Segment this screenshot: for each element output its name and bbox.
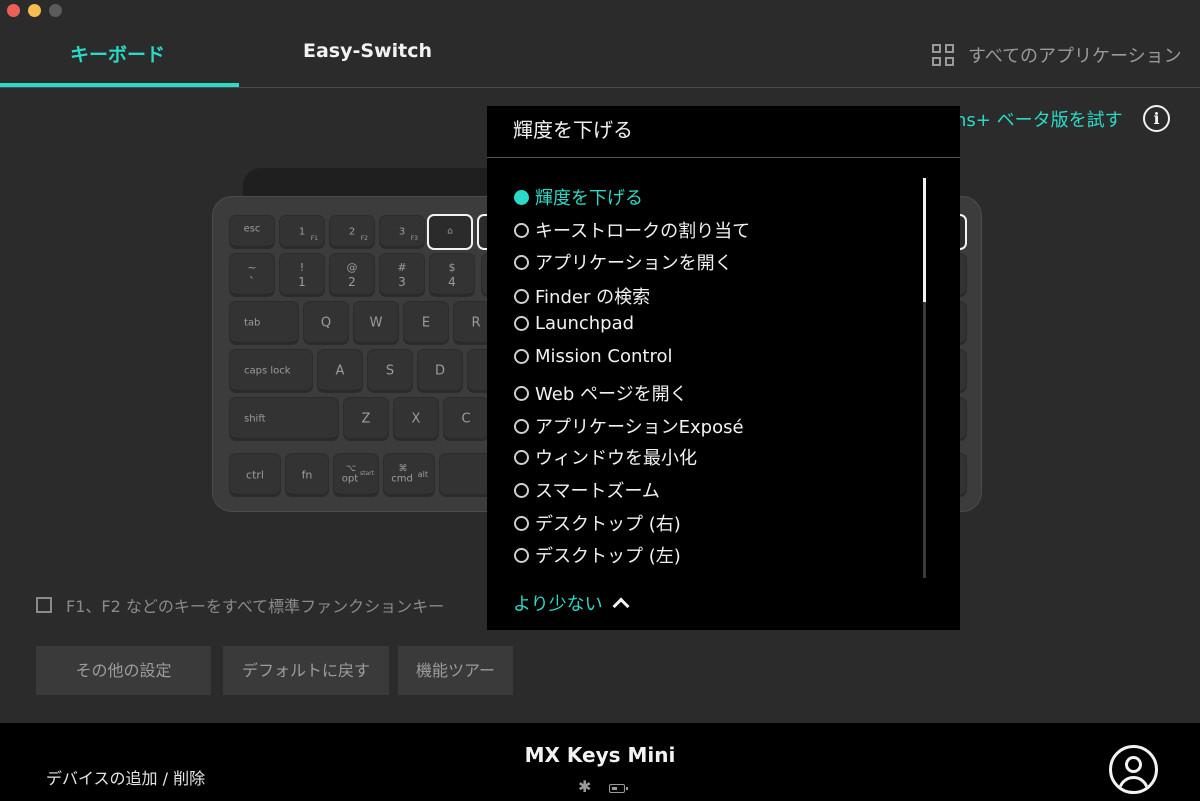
tab-easy-switch[interactable]: Easy-Switch — [303, 40, 432, 62]
key-2[interactable]: @2 — [329, 253, 375, 297]
dropdown-option[interactable]: アプリケーションを開く — [514, 249, 733, 275]
more-settings-button[interactable]: その他の設定 — [36, 646, 211, 695]
radio-selected-icon — [514, 189, 529, 205]
dropdown-options-list: 輝度を下げる キーストロークの割り当て アプリケーションを開く Finder の… — [487, 158, 960, 584]
dropdown-option-label: アプリケーションを開く — [535, 253, 733, 274]
dropdown-option-label: デスクトップ (右) — [535, 514, 681, 535]
radio-icon — [514, 316, 529, 331]
dropdown-option-label: Launchpad — [535, 313, 635, 334]
key-tab[interactable]: tab — [229, 301, 299, 345]
key-f2[interactable]: 2 F2 — [329, 215, 375, 249]
key-1[interactable]: ! 1 — [279, 253, 325, 297]
key-command[interactable]: ⌘ cmd alt — [383, 453, 435, 497]
radio-icon — [514, 547, 529, 563]
dropdown-option[interactable]: Finder の検索 — [514, 283, 650, 309]
dropdown-option-label: ウィンドウを最小化 — [535, 448, 697, 469]
active-tab-indicator — [0, 83, 239, 87]
standard-fkeys-option[interactable]: F1、F2 などのキーをすべて標準ファンクションキー — [36, 593, 444, 617]
key-d[interactable]: D — [417, 349, 463, 393]
all-applications-button[interactable]: すべてのアプリケーション — [932, 42, 1182, 68]
show-less-label: より少ない — [513, 594, 603, 615]
dropdown-option-label: Mission Control — [535, 346, 673, 367]
key-tilde[interactable]: ~ ` — [229, 253, 275, 297]
action-dropdown: 輝度を下げる 輝度を下げる キーストロークの割り当て アプリケーションを開く F… — [487, 106, 960, 630]
key-q[interactable]: Q — [303, 301, 349, 345]
dropdown-option[interactable]: デスクトップ (左) — [514, 542, 681, 568]
radio-icon — [514, 288, 529, 304]
key-c[interactable]: C — [443, 397, 489, 441]
all-applications-label: すべてのアプリケーション — [968, 46, 1182, 67]
dropdown-option[interactable]: 輝度を下げる — [514, 184, 643, 210]
key-f1[interactable]: 1 F1 — [279, 215, 325, 249]
key-caps-lock[interactable]: caps lock — [229, 349, 313, 393]
dropdown-option-label: キーストロークの割り当て — [535, 221, 751, 242]
radio-icon — [514, 515, 529, 531]
dropdown-option[interactable]: アプリケーションExposé — [514, 413, 744, 439]
dropdown-scrollbar[interactable] — [923, 178, 926, 578]
key-s[interactable]: S — [367, 349, 413, 393]
key-3[interactable]: #3 — [379, 253, 425, 297]
radio-icon — [514, 385, 529, 401]
chevron-up-icon — [612, 597, 630, 615]
show-less-button[interactable]: より少ない — [513, 590, 630, 616]
radio-icon — [514, 449, 529, 465]
dropdown-option[interactable]: ウィンドウを最小化 — [514, 444, 697, 470]
dropdown-option[interactable]: スマートズーム — [514, 477, 660, 503]
restore-default-button[interactable]: デフォルトに戻す — [223, 646, 389, 695]
radio-icon — [514, 418, 529, 434]
dropdown-option[interactable]: Mission Control — [514, 346, 673, 367]
key-4[interactable]: $4 — [429, 253, 475, 297]
radio-icon — [514, 349, 529, 364]
key-a[interactable]: A — [317, 349, 363, 393]
footer-bar: デバイスの追加 / 削除 MX Keys Mini ✱ — [0, 723, 1200, 801]
key-ctrl[interactable]: ctrl — [229, 453, 281, 497]
key-esc[interactable]: esc — [229, 215, 275, 249]
tab-keyboard[interactable]: キーボード — [70, 40, 165, 67]
account-avatar-icon[interactable] — [1109, 745, 1158, 794]
add-remove-device-link[interactable]: デバイスの追加 / 削除 — [46, 765, 205, 789]
key-f3[interactable]: 3 F3 — [379, 215, 425, 249]
fkeys-checkbox-label: F1、F2 などのキーをすべて標準ファンクションキー — [66, 597, 445, 616]
dropdown-option-label: 輝度を下げる — [535, 188, 643, 209]
dropdown-scrollbar-thumb[interactable] — [923, 178, 926, 302]
radio-icon — [514, 482, 529, 498]
grid-icon — [932, 44, 954, 66]
dropdown-option[interactable]: キーストロークの割り当て — [514, 217, 750, 243]
key-w[interactable]: W — [353, 301, 399, 345]
bluetooth-icon: ✱ — [578, 777, 592, 796]
dropdown-option-label: デスクトップ (左) — [535, 546, 681, 567]
key-e[interactable]: E — [403, 301, 449, 345]
radio-icon — [514, 222, 529, 238]
key-brightness-down-selected[interactable]: ⌂ — [427, 214, 473, 250]
beta-trial-link[interactable]: ns+ ベータ版を試す — [955, 106, 1123, 132]
radio-icon — [514, 254, 529, 270]
dropdown-option[interactable]: デスクトップ (右) — [514, 510, 681, 536]
key-shift[interactable]: shift — [229, 397, 339, 441]
brightness-icon: ⌂ — [447, 226, 453, 237]
dropdown-option[interactable]: Launchpad — [514, 313, 634, 334]
device-name: MX Keys Mini — [524, 743, 676, 767]
tab-bar: キーボード Easy-Switch すべてのアプリケーション — [0, 0, 1200, 88]
dropdown-option-label: アプリケーションExposé — [535, 417, 744, 438]
info-icon[interactable]: i — [1143, 105, 1170, 132]
fkeys-checkbox[interactable] — [36, 597, 52, 613]
dropdown-option-label: Finder の検索 — [535, 287, 651, 308]
battery-icon — [609, 784, 628, 793]
dropdown-option[interactable]: Web ページを開く — [514, 380, 688, 406]
dropdown-option-label: スマートズーム — [535, 481, 660, 502]
feature-tour-button[interactable]: 機能ツアー — [398, 646, 513, 695]
key-z[interactable]: Z — [343, 397, 389, 441]
dropdown-header[interactable]: 輝度を下げる — [487, 106, 960, 158]
dropdown-option-label: Web ページを開く — [535, 384, 688, 405]
key-x[interactable]: X — [393, 397, 439, 441]
